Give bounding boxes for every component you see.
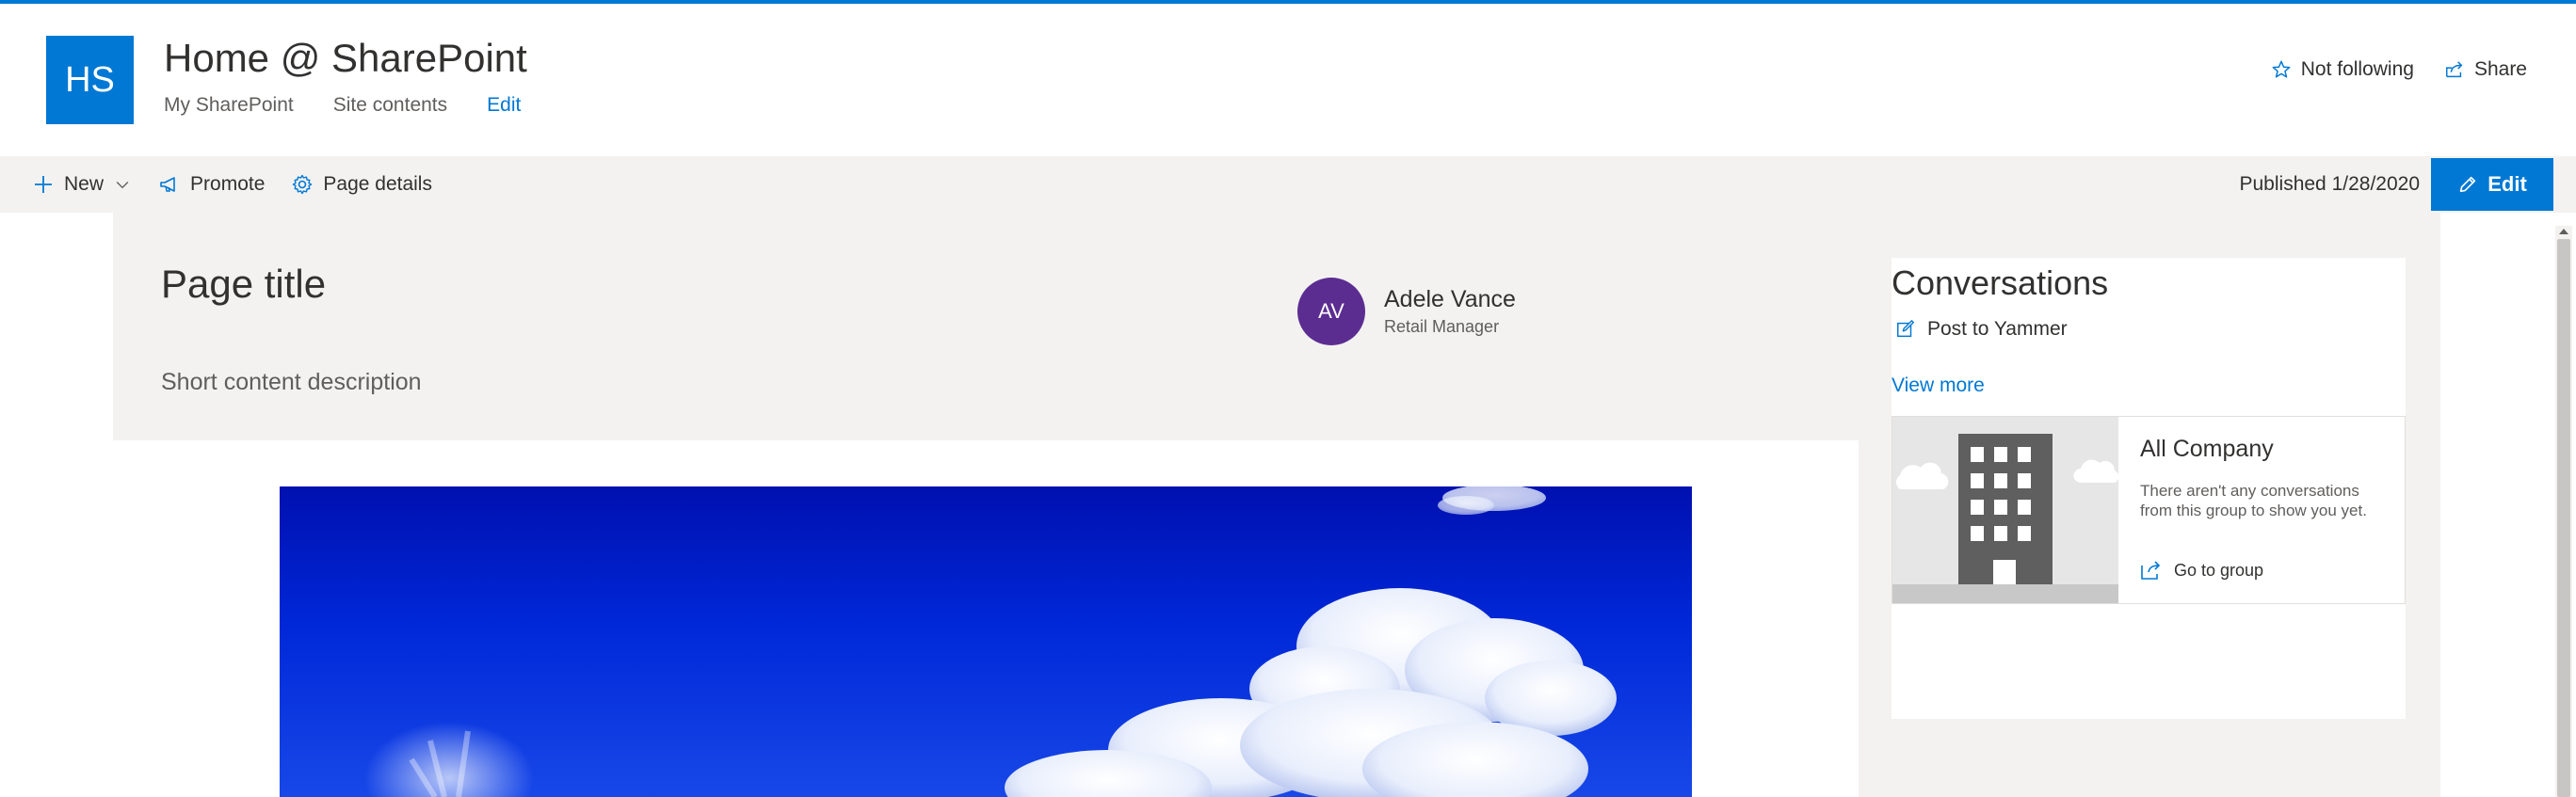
command-bar: New Promote Page details Published 1/28/… <box>0 156 2576 213</box>
new-button[interactable]: New <box>32 173 132 196</box>
promote-button[interactable]: Promote <box>158 173 265 196</box>
share-icon <box>2445 61 2463 78</box>
share-label: Share <box>2473 58 2527 80</box>
promote-label: Promote <box>190 173 266 195</box>
sky-clouds-image <box>364 486 1617 797</box>
plus-icon <box>35 176 52 193</box>
hero-image <box>280 486 1692 797</box>
open-group-icon <box>2141 561 2161 580</box>
nav-site-contents[interactable]: Site contents <box>333 94 447 117</box>
page-details-label: Page details <box>323 173 432 195</box>
group-empty-message: There aren't any conversations from this… <box>2140 482 2367 519</box>
group-thumbnail <box>1892 417 2118 603</box>
group-name[interactable]: All Company <box>2140 436 2274 463</box>
page-title: Page title <box>161 262 327 306</box>
author-info: Adele Vance Retail Manager <box>1384 286 1516 337</box>
page-details-button[interactable]: Page details <box>291 173 432 196</box>
share-button[interactable]: Share <box>2444 58 2527 81</box>
edit-page-button[interactable]: Edit <box>2431 158 2553 211</box>
building-icon <box>1892 417 2118 603</box>
edit-label: Edit <box>2487 172 2527 196</box>
not-following-button[interactable]: Not following <box>2271 58 2414 81</box>
go-to-group-link[interactable]: Go to group <box>2140 560 2263 581</box>
star-icon <box>2272 60 2291 78</box>
nav-edit-link[interactable]: Edit <box>487 94 521 117</box>
megaphone-icon <box>160 177 175 192</box>
post-to-yammer-label: Post to Yammer <box>1927 318 2068 340</box>
post-to-yammer-button[interactable]: Post to Yammer <box>1895 318 2068 341</box>
site-title[interactable]: Home @ SharePoint <box>164 36 527 81</box>
header-actions: Not following Share <box>2271 58 2527 81</box>
command-bar-actions: New Promote Page details <box>32 156 432 213</box>
chevron-down-icon <box>116 182 129 189</box>
author-role: Retail Manager <box>1384 317 1500 336</box>
scrollbar-thumb[interactable] <box>2557 239 2570 797</box>
go-to-group-label: Go to group <box>2174 560 2264 580</box>
site-navigation: My SharePoint Site contents Edit <box>164 94 521 117</box>
view-more-link[interactable]: View more <box>1892 375 1985 397</box>
compose-icon <box>1897 320 1914 338</box>
title-area <box>113 213 1859 440</box>
pencil-icon <box>2460 176 2476 193</box>
author-byline[interactable]: AV Adele Vance Retail Manager <box>1297 278 1516 345</box>
conversations-title: Conversations <box>1892 263 2109 302</box>
not-following-label: Not following <box>2300 58 2414 80</box>
author-name: Adele Vance <box>1384 286 1516 312</box>
group-card[interactable]: All Company There aren't any conversatio… <box>1892 416 2406 604</box>
gear-icon <box>293 174 313 195</box>
published-status: Published 1/28/2020 <box>2239 173 2421 195</box>
nav-my-sharepoint[interactable]: My SharePoint <box>164 94 294 117</box>
site-logo[interactable]: HS <box>46 36 134 124</box>
new-label: New <box>64 173 105 195</box>
site-header: HS Home @ SharePoint My SharePoint Site … <box>0 4 2576 156</box>
page-description: Short content description <box>161 369 422 395</box>
scroll-up-arrow-icon[interactable] <box>2557 226 2570 237</box>
avatar: AV <box>1297 278 1365 345</box>
